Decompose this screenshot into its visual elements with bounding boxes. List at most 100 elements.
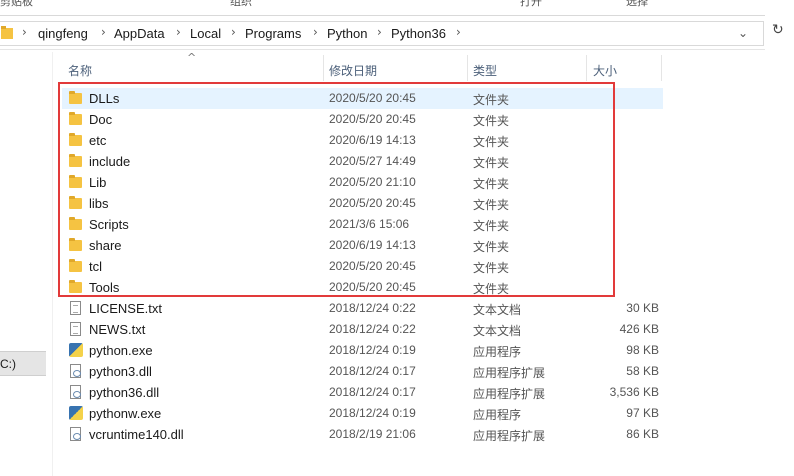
file-row[interactable]: etc 2020/6/19 14:13 文件夹 [62,130,663,151]
folder-icon [69,112,83,126]
file-modified-date: 2020/5/20 20:45 [329,196,416,210]
file-name: Lib [89,175,107,190]
sort-ascending-icon: ^ [187,51,197,64]
breadcrumb-separator[interactable]: › [101,25,106,39]
breadcrumb-separator[interactable]: › [176,25,181,39]
breadcrumb-qingfeng[interactable]: qingfeng [38,26,88,41]
column-header-size[interactable]: 大小 [593,62,617,79]
file-row[interactable]: share 2020/6/19 14:13 文件夹 [62,235,663,256]
file-type: 文件夹 [473,282,510,296]
file-row[interactable]: python.exe 2018/12/24 0:19 应用程序 98 KB [62,340,663,361]
nav-item-drive-c[interactable]: C:) [0,351,46,376]
file-size: 3,536 KB [609,385,659,399]
file-row[interactable]: Doc 2020/5/20 20:45 文件夹 [62,109,663,130]
file-size: 98 KB [626,343,659,357]
file-row[interactable]: Tools 2020/5/20 20:45 文件夹 [62,277,663,298]
column-divider[interactable] [467,55,468,81]
column-divider[interactable] [661,55,662,81]
file-modified-date: 2018/12/24 0:19 [329,343,416,357]
file-modified-date: 2018/12/24 0:22 [329,301,416,315]
breadcrumb-python36[interactable]: Python36 [391,26,446,41]
file-size: 30 KB [626,301,659,315]
address-folder-icon [1,26,13,39]
file-type: 文件夹 [473,177,510,191]
file-row[interactable]: python36.dll 2018/12/24 0:17 应用程序扩展 3,536 K… [62,382,663,403]
nav-item-label: C:) [0,357,16,371]
column-divider[interactable] [323,55,324,81]
file-row[interactable]: Lib 2020/5/20 21:10 文件夹 [62,172,663,193]
file-name: share [89,238,122,253]
file-row[interactable]: python3.dll 2018/12/24 0:17 应用程序扩展 58 KB [62,361,663,382]
file-row[interactable]: tcl 2020/5/20 20:45 文件夹 [62,256,663,277]
file-name: vcruntime140.dll [89,427,184,442]
file-row[interactable]: vcruntime140.dll 2018/2/19 21:06 应用程序扩展 86 … [62,424,663,445]
file-name: python.exe [89,343,153,358]
column-divider[interactable] [586,55,587,81]
ribbon-open-label: 打开 [520,0,542,8]
dll-file-icon [69,364,83,378]
folder-icon [69,196,83,210]
text-file-icon [69,301,83,315]
file-name: Tools [89,280,120,295]
file-modified-date: 2020/5/20 20:45 [329,280,416,294]
file-row[interactable]: include 2020/5/27 14:49 文件夹 [62,151,663,172]
file-type: 文本文档 [473,324,522,338]
file-name: etc [89,133,107,148]
column-header-name[interactable]: 名称 [68,62,92,79]
file-modified-date: 2018/12/24 0:19 [329,406,416,420]
folder-icon [69,217,83,231]
dll-file-icon [69,427,83,441]
file-modified-date: 2018/12/24 0:17 [329,385,416,399]
dll-file-icon [69,385,83,399]
file-modified-date: 2018/2/19 21:06 [329,427,416,441]
breadcrumb-appdata[interactable]: AppData [114,26,165,41]
folder-icon [69,238,83,252]
file-type: 应用程序 [473,345,522,359]
file-type: 应用程序扩展 [473,429,546,443]
folder-icon [69,259,83,273]
file-type: 文件夹 [473,156,510,170]
address-dropdown-icon[interactable]: ⌄ [738,26,748,40]
file-name: include [89,154,131,169]
ribbon-clipboard-label: 剪贴板 [0,0,33,8]
file-row[interactable]: libs 2020/5/20 20:45 文件夹 [62,193,663,214]
file-modified-date: 2020/6/19 14:13 [329,238,416,252]
file-name: NEWS.txt [89,322,146,337]
file-list: ^ 名称 修改日期 类型 大小 DLLs 2020/5/20 20:45 文件夹 Do… [52,51,794,476]
file-type: 文件夹 [473,114,510,128]
file-name: Scripts [89,217,129,232]
file-modified-date: 2020/5/20 20:45 [329,91,416,105]
file-modified-date: 2018/12/24 0:17 [329,364,416,378]
file-modified-date: 2020/5/20 20:45 [329,112,416,126]
file-size: 97 KB [626,406,659,420]
file-modified-date: 2020/5/27 14:49 [329,154,416,168]
folder-icon [69,133,83,147]
breadcrumb-separator[interactable]: › [313,25,318,39]
pythonw-exe-icon [69,406,83,420]
file-type: 应用程序扩展 [473,366,546,380]
column-header-type[interactable]: 类型 [473,62,497,79]
file-row[interactable]: NEWS.txt 2018/12/24 0:22 文本文档 426 KB [62,319,663,340]
address-bar[interactable]: › qingfeng › AppData › Local › Programs … [0,15,765,50]
breadcrumb-local[interactable]: Local [190,26,221,41]
breadcrumb-separator[interactable]: › [456,25,461,39]
file-name: python36.dll [89,385,160,400]
file-row[interactable]: DLLs 2020/5/20 20:45 文件夹 [62,88,663,109]
file-row[interactable]: Scripts 2021/3/6 15:06 文件夹 [62,214,663,235]
file-size: 426 KB [619,322,659,336]
folder-icon [69,175,83,189]
file-size: 58 KB [626,364,659,378]
folder-icon [69,154,83,168]
breadcrumb-separator[interactable]: › [231,25,236,39]
ribbon-organize-label: 组织 [230,0,252,8]
refresh-icon[interactable]: ↻ [772,22,784,38]
file-name: pythonw.exe [89,406,162,421]
file-name: Doc [89,112,113,127]
column-header-modified[interactable]: 修改日期 [329,62,377,79]
breadcrumb-python[interactable]: Python [327,26,367,41]
file-row[interactable]: LICENSE.txt 2018/12/24 0:22 文本文档 30 KB [62,298,663,319]
file-row[interactable]: pythonw.exe 2018/12/24 0:19 应用程序 97 KB [62,403,663,424]
breadcrumb-separator[interactable]: › [377,25,382,39]
breadcrumb-programs[interactable]: Programs [245,26,301,41]
folder-icon [69,280,83,294]
